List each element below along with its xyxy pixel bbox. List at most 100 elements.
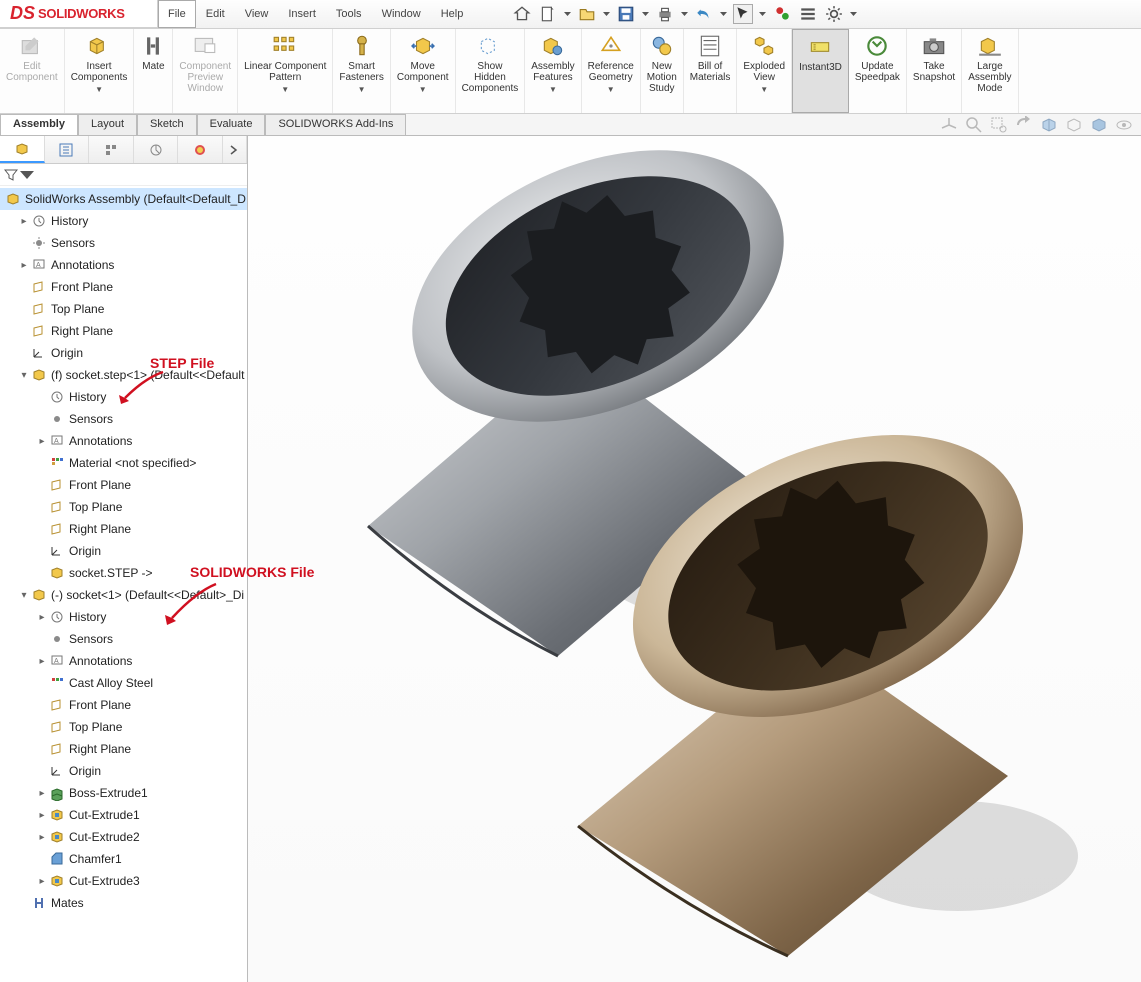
take-snapshot-button[interactable]: TakeSnapshot <box>907 29 962 113</box>
dropdown-icon[interactable]: ▼ <box>281 85 289 94</box>
feature-manager-tab[interactable] <box>0 136 45 163</box>
home-icon[interactable] <box>512 4 532 24</box>
zoom-area-icon[interactable] <box>990 116 1008 134</box>
tree-origin[interactable]: Origin <box>0 540 247 562</box>
section-view-icon[interactable] <box>1040 116 1058 134</box>
previous-view-icon[interactable] <box>1015 116 1033 134</box>
tree-front-plane[interactable]: Front Plane <box>0 474 247 496</box>
tab-sketch[interactable]: Sketch <box>137 114 197 135</box>
smart-fasteners-button[interactable]: SmartFasteners ▼ <box>333 29 390 113</box>
show-hidden-button[interactable]: ShowHiddenComponents <box>456 29 526 113</box>
menu-view[interactable]: View <box>235 0 279 28</box>
triad-icon[interactable] <box>940 116 958 134</box>
graphics-area[interactable] <box>248 136 1141 982</box>
tree-front-plane[interactable]: Front Plane <box>0 276 247 298</box>
tree-sensors[interactable]: Sensors <box>0 408 247 430</box>
menu-help[interactable]: Help <box>431 0 474 28</box>
mate-button[interactable]: Mate <box>134 29 173 113</box>
tree-sensors[interactable]: Sensors <box>0 628 247 650</box>
linear-pattern-button[interactable]: Linear ComponentPattern ▼ <box>238 29 333 113</box>
undo-icon[interactable] <box>694 4 714 24</box>
tree-top-plane[interactable]: Top Plane <box>0 298 247 320</box>
pin-icon[interactable] <box>473 0 493 28</box>
dropdown-icon[interactable]: ▼ <box>419 85 427 94</box>
large-assembly-button[interactable]: LargeAssemblyMode <box>962 29 1018 113</box>
tree-cut-extrude2[interactable]: ▸Cut-Extrude2 <box>0 826 247 848</box>
move-component-button[interactable]: MoveComponent ▼ <box>391 29 456 113</box>
tree-right-plane[interactable]: Right Plane <box>0 518 247 540</box>
display-manager-tab[interactable] <box>178 136 223 163</box>
options-icon[interactable] <box>798 4 818 24</box>
bom-button[interactable]: Bill ofMaterials <box>684 29 738 113</box>
view-orientation-icon[interactable] <box>1065 116 1083 134</box>
rebuild-icon[interactable] <box>772 4 792 24</box>
display-style-icon[interactable] <box>1090 116 1108 134</box>
new-icon[interactable] <box>538 4 558 24</box>
tree-top-plane[interactable]: Top Plane <box>0 716 247 738</box>
save-icon[interactable] <box>616 4 636 24</box>
tree-top-plane[interactable]: Top Plane <box>0 496 247 518</box>
dropdown-icon[interactable] <box>564 4 571 24</box>
dropdown-icon[interactable] <box>603 4 610 24</box>
tree-origin[interactable]: Origin <box>0 760 247 782</box>
tree-root[interactable]: SolidWorks Assembly (Default<Default_D <box>0 188 247 210</box>
tree-cut-extrude3[interactable]: ▸Cut-Extrude3 <box>0 870 247 892</box>
tree-right-plane[interactable]: Right Plane <box>0 320 247 342</box>
dropdown-icon[interactable] <box>642 4 649 24</box>
tree-history[interactable]: ▸History <box>0 606 247 628</box>
update-speedpak-button[interactable]: UpdateSpeedpak <box>849 29 907 113</box>
configuration-manager-tab[interactable] <box>89 136 134 163</box>
dropdown-icon[interactable] <box>850 4 857 24</box>
tree-annotations[interactable]: ▸AAnnotations <box>0 254 247 276</box>
exploded-view-button[interactable]: ExplodedView ▼ <box>737 29 792 113</box>
tree-history[interactable]: History <box>0 386 247 408</box>
dropdown-icon[interactable]: ▼ <box>549 85 557 94</box>
expand-icon[interactable] <box>223 136 247 163</box>
dropdown-icon[interactable]: ▼ <box>95 85 103 94</box>
tree-right-plane[interactable]: Right Plane <box>0 738 247 760</box>
dropdown-icon[interactable] <box>681 4 688 24</box>
tab-evaluate[interactable]: Evaluate <box>197 114 266 135</box>
dropdown-icon[interactable] <box>759 4 766 24</box>
menu-tools[interactable]: Tools <box>326 0 372 28</box>
menu-edit[interactable]: Edit <box>196 0 235 28</box>
new-motion-study-button[interactable]: NewMotionStudy <box>641 29 684 113</box>
select-icon[interactable] <box>733 4 753 24</box>
instant3d-button[interactable]: Instant3D <box>792 29 849 113</box>
dropdown-icon[interactable]: ▼ <box>760 85 768 94</box>
reference-geometry-button[interactable]: ReferenceGeometry ▼ <box>582 29 641 113</box>
tree-history[interactable]: ▸History <box>0 210 247 232</box>
tree-origin[interactable]: Origin <box>0 342 247 364</box>
tree-mates[interactable]: Mates <box>0 892 247 914</box>
print-icon[interactable] <box>655 4 675 24</box>
dropdown-icon[interactable]: ▼ <box>607 85 615 94</box>
open-icon[interactable] <box>577 4 597 24</box>
tree-material-steel[interactable]: Cast Alloy Steel <box>0 672 247 694</box>
assembly-features-button[interactable]: AssemblyFeatures ▼ <box>525 29 581 113</box>
tree-sensors[interactable]: Sensors <box>0 232 247 254</box>
menu-insert[interactable]: Insert <box>278 0 326 28</box>
tree-material[interactable]: Material <not specified> <box>0 452 247 474</box>
zoom-fit-icon[interactable] <box>965 116 983 134</box>
tab-layout[interactable]: Layout <box>78 114 137 135</box>
tree-annotations[interactable]: ▸AAnnotations <box>0 430 247 452</box>
menu-window[interactable]: Window <box>372 0 431 28</box>
settings-icon[interactable] <box>824 4 844 24</box>
tab-assembly[interactable]: Assembly <box>0 114 78 135</box>
tab-addins[interactable]: SOLIDWORKS Add-Ins <box>265 114 406 135</box>
dropdown-icon[interactable] <box>720 4 727 24</box>
tree-annotations[interactable]: ▸AAnnotations <box>0 650 247 672</box>
tree-boss-extrude1[interactable]: ▸Boss-Extrude1 <box>0 782 247 804</box>
hide-show-icon[interactable] <box>1115 116 1133 134</box>
dropdown-icon[interactable]: ▼ <box>358 85 366 94</box>
property-manager-tab[interactable] <box>45 136 90 163</box>
insert-components-button[interactable]: InsertComponents ▼ <box>65 29 135 113</box>
tree-component-sw[interactable]: ▾(-) socket<1> (Default<<Default>_Di <box>0 584 247 606</box>
tree-front-plane[interactable]: Front Plane <box>0 694 247 716</box>
model-socket-solidworks[interactable] <box>458 426 1088 982</box>
tree-filter[interactable] <box>0 164 247 186</box>
menu-file[interactable]: File <box>158 0 196 28</box>
tree-imported-body[interactable]: socket.STEP -> <box>0 562 247 584</box>
tree-chamfer1[interactable]: Chamfer1 <box>0 848 247 870</box>
tree-component-step[interactable]: ▾(f) socket.step<1> (Default<<Default <box>0 364 247 386</box>
